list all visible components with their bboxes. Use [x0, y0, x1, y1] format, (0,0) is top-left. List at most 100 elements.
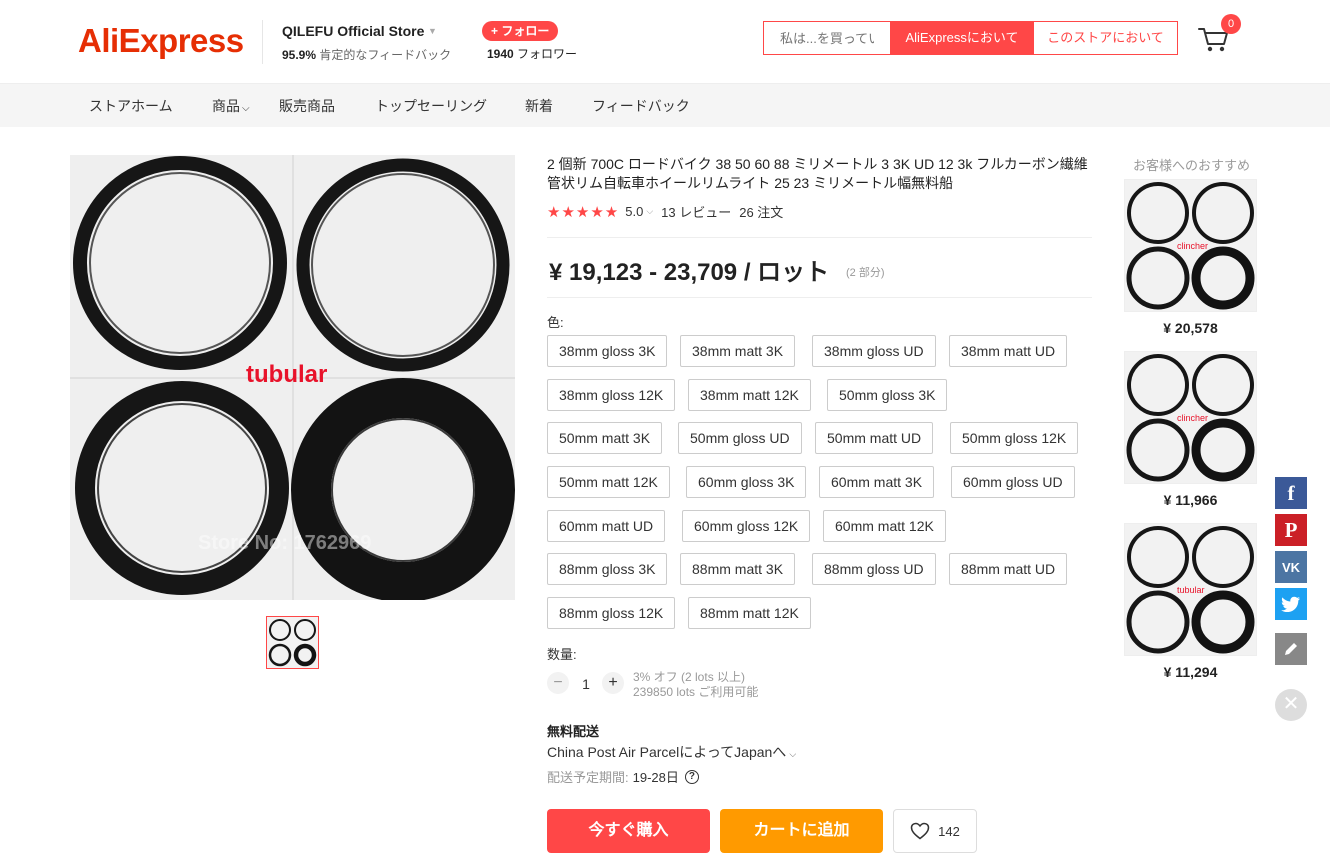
twitter-share-button[interactable] [1275, 588, 1307, 620]
recommended-product-image[interactable]: tubular [1124, 523, 1257, 656]
quantity-increase-button[interactable]: + [602, 672, 624, 694]
quantity-value[interactable]: 1 [578, 676, 594, 692]
nav-new-arrivals[interactable]: 新着 [525, 96, 553, 116]
image-label: tubular [246, 361, 328, 388]
nav-feedback[interactable]: フィードバック [592, 96, 690, 116]
divider [547, 297, 1092, 298]
price-note: (2 部分) [846, 267, 885, 279]
recommended-price: ¥ 11,294 [1163, 664, 1218, 680]
color-option[interactable]: 88mm matt 12K [688, 597, 811, 629]
recommended-price: ¥ 11,966 [1163, 492, 1218, 508]
header-divider [262, 20, 263, 64]
divider [547, 237, 1092, 238]
product-thumbnail[interactable] [266, 616, 319, 669]
pinterest-share-button[interactable]: P [1275, 514, 1307, 546]
order-count: 26 注文 [739, 205, 784, 220]
nav-sale-items[interactable]: 販売商品 [279, 96, 335, 116]
facebook-icon: f [1287, 480, 1295, 505]
color-option[interactable]: 88mm matt 3K [680, 553, 796, 585]
color-option[interactable]: 38mm gloss UD [812, 335, 936, 367]
follow-button[interactable]: + フォロー [482, 21, 559, 41]
followers-label: フォロワー [517, 47, 578, 61]
color-option[interactable]: 60mm matt 3K [819, 466, 935, 498]
recommended-price: ¥ 20,578 [1163, 320, 1218, 336]
vk-share-button[interactable]: VK [1275, 551, 1307, 583]
pinterest-icon: P [1284, 517, 1298, 542]
color-option[interactable]: 88mm matt UD [949, 553, 1068, 585]
color-option[interactable]: 50mm gloss UD [678, 422, 802, 454]
quantity-info: 3% オフ (2 lots 以上) 239850 lots ご利用可能 [633, 670, 758, 700]
recommended-product-image[interactable]: clincher [1124, 351, 1257, 484]
vk-icon: VK [1281, 559, 1301, 575]
eta-label: 配送予定期間: [547, 770, 629, 785]
color-option[interactable]: 60mm gloss 12K [682, 510, 811, 542]
discount-note: 3% オフ (2 lots 以上) [633, 670, 746, 684]
product-title: 2 個新 700C ロードバイク 38 50 60 88 ミリメートル 3 3K… [547, 156, 1088, 191]
quantity-label: 数量: [547, 647, 577, 662]
review-count[interactable]: 13 レビュー [661, 202, 731, 221]
color-option[interactable]: 50mm gloss 12K [950, 422, 1079, 454]
heart-icon [910, 822, 930, 840]
store-feedback: 95.9% 肯定的なフィードバック [282, 46, 451, 63]
shipping-method-label: China Post Air ParcelによってJapanへ [547, 744, 787, 760]
site-header: AliExpress QILEFU Official Store ▼ 95.9%… [0, 0, 1330, 84]
close-share-button[interactable]: ✕ [1275, 689, 1307, 721]
color-option[interactable]: 38mm matt UD [949, 335, 1068, 367]
edit-button[interactable] [1275, 633, 1307, 665]
facebook-share-button[interactable]: f [1275, 477, 1307, 509]
shipping-method[interactable]: China Post Air ParcelによってJapanへ ⌵ [547, 742, 796, 762]
color-option[interactable]: 60mm matt UD [547, 510, 666, 542]
color-option[interactable]: 88mm gloss UD [812, 553, 936, 585]
twitter-icon [1281, 596, 1300, 612]
nav-store-home[interactable]: ストアホーム [89, 96, 173, 116]
recommended-label: clincher [1177, 413, 1209, 423]
image-watermark: Store No: 1762969 [198, 532, 372, 554]
color-option[interactable]: 38mm matt 3K [680, 335, 796, 367]
store-name[interactable]: QILEFU Official Store [282, 23, 424, 39]
recommended-label: tubular [1177, 585, 1205, 595]
thumbnail-photo [268, 619, 317, 667]
buy-now-button[interactable]: 今すぐ購入 [547, 809, 710, 853]
search-input[interactable] [764, 22, 890, 54]
product-main-image[interactable]: tubular Store No: 1762969 [70, 155, 515, 600]
color-option[interactable]: 60mm gloss UD [951, 466, 1075, 498]
product-price: ¥ 19,123 - 23,709 / ロット [549, 259, 830, 286]
color-option[interactable]: 88mm gloss 12K [547, 597, 676, 629]
product-rating: ★★★★★ 5.0 ⌵ 13 レビュー 26 注文 [547, 202, 783, 221]
nav-top-selling[interactable]: トップセーリング [375, 96, 487, 116]
nav-products[interactable]: 商品 ⌵ [212, 96, 250, 116]
color-option[interactable]: 50mm gloss 3K [827, 379, 948, 411]
feedback-label: 肯定的なフィードバック [319, 48, 452, 62]
help-icon[interactable]: ? [684, 769, 699, 784]
color-option[interactable]: 50mm matt UD [815, 422, 934, 454]
color-option[interactable]: 38mm matt 12K [688, 379, 811, 411]
color-option[interactable]: 38mm gloss 12K [547, 379, 676, 411]
color-option[interactable]: 50mm matt 3K [547, 422, 663, 454]
recommended-product-image[interactable]: clincher [1124, 179, 1257, 312]
rating-score[interactable]: 5.0 [625, 204, 643, 219]
close-icon: ✕ [1282, 693, 1300, 715]
search-bar: AliExpressにおいて このストアにおいて [763, 21, 1178, 55]
chevron-down-icon[interactable]: ⌵ [646, 206, 653, 217]
quantity-decrease-button[interactable]: − [547, 672, 569, 694]
color-option[interactable]: 50mm matt 12K [547, 466, 670, 498]
color-option[interactable]: 38mm gloss 3K [547, 335, 668, 367]
color-option[interactable]: 60mm gloss 3K [686, 466, 807, 498]
cart-count-badge: 0 [1221, 14, 1241, 34]
availability-note: 239850 lots ご利用可能 [633, 685, 759, 699]
search-aliexpress-button[interactable]: AliExpressにおいて [890, 22, 1034, 54]
nav-products-label: 商品 [212, 98, 240, 114]
recommendations-title: お客様へのおすすめ [1133, 158, 1251, 173]
aliexpress-logo[interactable]: AliExpress [78, 22, 244, 60]
wishlist-button[interactable]: 142 [893, 809, 977, 853]
shipping-eta: 配送予定期間: 19-28日 ? [547, 767, 699, 786]
add-to-cart-button[interactable]: カートに追加 [720, 809, 883, 853]
color-option[interactable]: 88mm gloss 3K [547, 553, 668, 585]
star-rating-icon: ★★★★★ [547, 203, 620, 221]
chevron-down-icon[interactable]: ▼ [428, 26, 437, 36]
search-store-button[interactable]: このストアにおいて [1034, 22, 1177, 54]
wishlist-count: 142 [938, 823, 960, 839]
color-option[interactable]: 60mm matt 12K [823, 510, 946, 542]
recommended-label: clincher [1177, 241, 1209, 251]
feedback-percent: 95.9% [282, 48, 317, 62]
